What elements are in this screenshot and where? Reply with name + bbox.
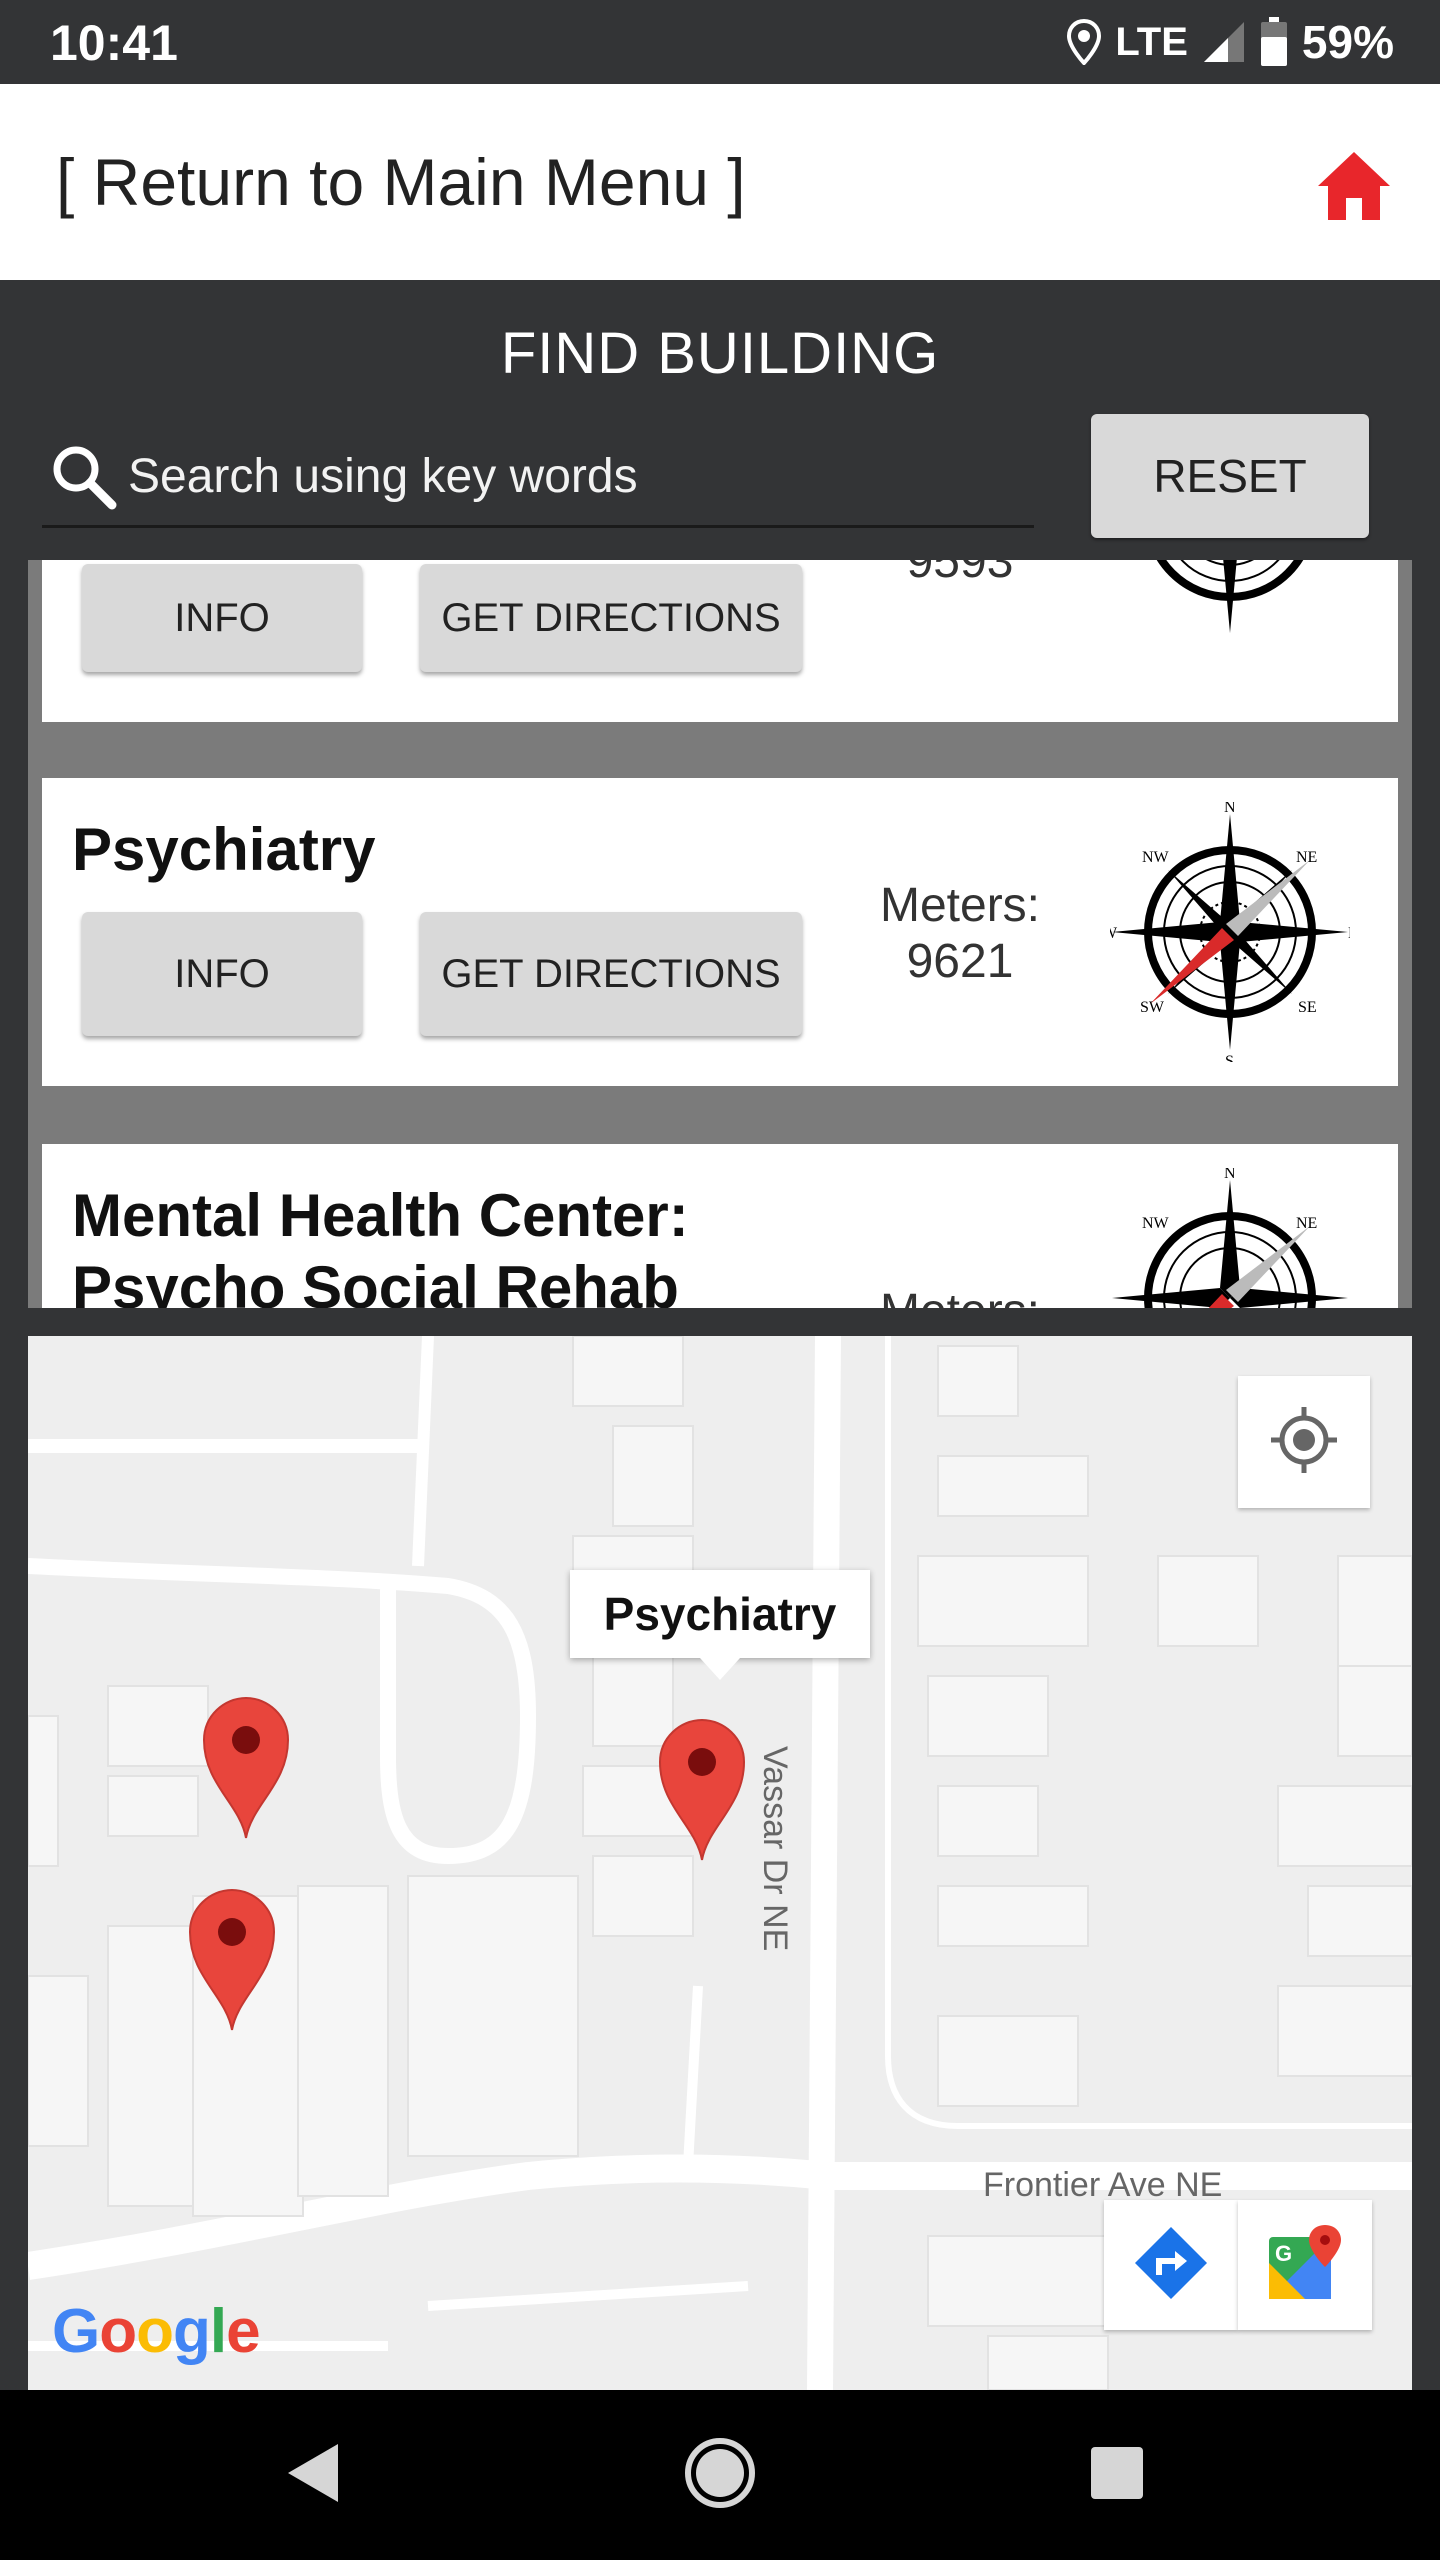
svg-text:S: S (1225, 560, 1234, 561)
building-name-line: Psycho Social Rehab (72, 1254, 679, 1308)
search-bar (42, 428, 1034, 528)
system-nav-bar (0, 2390, 1440, 2560)
logo-letter: o (99, 2297, 137, 2366)
get-directions-button[interactable]: GET DIRECTIONS (420, 912, 802, 1036)
svg-text:NE: NE (1296, 1215, 1317, 1232)
svg-text:SW: SW (1140, 999, 1165, 1016)
app-header: [ Return to Main Menu ] (0, 84, 1440, 280)
map-view[interactable]: Vassar Dr NE Frontier Ave NE Psychiatry … (28, 1336, 1412, 2390)
map-info-window[interactable]: Psychiatry (570, 1570, 870, 1680)
svg-text:S: S (1225, 1053, 1234, 1062)
status-bar: 10:41 LTE 59% (0, 0, 1440, 84)
info-button[interactable]: INFO (82, 564, 362, 672)
signal-icon (1202, 20, 1246, 64)
meters-label: Meters: (860, 1284, 1060, 1308)
search-icon (50, 443, 118, 511)
building-name: Mental Health Center: Psycho Social Reha… (72, 1180, 689, 1308)
battery-icon (1260, 17, 1288, 67)
map-directions-button[interactable] (1104, 2200, 1238, 2330)
building-name-line: Mental Health Center: (72, 1182, 689, 1249)
location-icon (1067, 19, 1102, 65)
svg-text:NE: NE (1296, 849, 1317, 866)
google-logo: Google (52, 2296, 261, 2367)
svg-text:G: G (1275, 2241, 1292, 2266)
meters-value: 9621 (906, 935, 1014, 988)
svg-text:E: E (1348, 925, 1350, 942)
logo-letter: G (52, 2297, 100, 2366)
building-list[interactable]: INFO GET DIRECTIONS 9593 SW SE S (28, 560, 1412, 1308)
logo-letter: l (209, 2297, 227, 2366)
home-circle-icon (682, 2435, 758, 2516)
status-indicators: LTE 59% (1067, 14, 1394, 70)
meters-label: Meters: (879, 879, 1041, 932)
back-button[interactable] (270, 2430, 360, 2520)
meters-value: 9593 (906, 560, 1014, 588)
recents-square-icon (1085, 2441, 1149, 2510)
directions-icon (1133, 2225, 1209, 2306)
logo-letter: g (172, 2297, 211, 2366)
map-pin-icon[interactable] (200, 1694, 292, 1840)
info-button[interactable]: INFO (82, 912, 362, 1036)
compass-icon: N S W E NW NE SW SE (1102, 799, 1358, 1070)
recents-button[interactable] (1072, 2430, 1162, 2520)
battery-percent: 59% (1301, 16, 1394, 68)
crosshair-icon (1269, 1405, 1339, 1480)
list-item: INFO GET DIRECTIONS 9593 SW SE S (42, 560, 1398, 722)
street-label-vassar: Vassar Dr NE (756, 1746, 794, 1952)
svg-text:N: N (1224, 1168, 1236, 1182)
compass-icon: SW SE S (1110, 560, 1350, 645)
network-type: LTE (1115, 19, 1188, 64)
page-title: FIND BUILDING (500, 321, 940, 386)
reset-button[interactable]: RESET (1091, 414, 1369, 538)
search-input[interactable] (128, 449, 1008, 504)
svg-text:NW: NW (1142, 1215, 1170, 1232)
home-nav-button[interactable] (675, 2430, 765, 2520)
google-maps-icon: G (1265, 2223, 1345, 2308)
status-time: 10:41 (50, 15, 178, 71)
building-name: Psychiatry (72, 816, 376, 883)
my-location-button[interactable] (1238, 1376, 1370, 1508)
map-pin-icon[interactable] (186, 1886, 278, 2032)
svg-text:W: W (1110, 925, 1118, 942)
logo-letter: e (226, 2297, 260, 2366)
map-pin-icon[interactable] (656, 1716, 748, 1862)
open-in-google-maps-button[interactable]: G (1238, 2200, 1372, 2330)
compass-icon: N NW NE (1110, 1165, 1350, 1308)
logo-letter: o (136, 2297, 174, 2366)
back-triangle-icon (280, 2438, 350, 2513)
svg-text:N: N (1224, 802, 1236, 816)
get-directions-button[interactable]: GET DIRECTIONS (420, 564, 802, 672)
svg-text:NW: NW (1142, 849, 1170, 866)
home-icon[interactable] (1316, 150, 1392, 222)
svg-text:SE: SE (1298, 999, 1317, 1016)
list-item: Mental Health Center: Psycho Social Reha… (42, 1144, 1398, 1308)
list-item: Psychiatry INFO GET DIRECTIONS Meters: 9… (42, 778, 1398, 1086)
return-to-main-menu-link[interactable]: [ Return to Main Menu ] (56, 144, 746, 220)
